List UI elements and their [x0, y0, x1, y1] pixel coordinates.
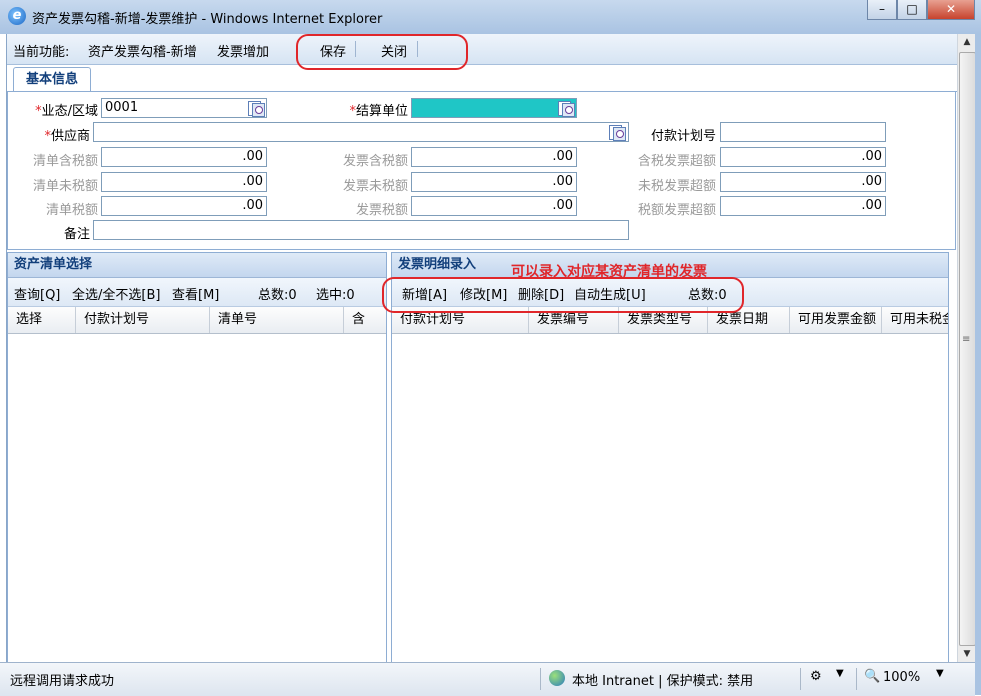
settle-unit-label: *结算单位	[349, 104, 408, 119]
view-button[interactable]: 查看[M]	[172, 284, 219, 303]
globe-icon	[549, 670, 565, 686]
invoice-tax-excl-label: 发票未税额	[342, 179, 408, 194]
query-button[interactable]: 查询[Q]	[14, 284, 60, 303]
scroll-down-icon[interactable]: ▼	[958, 646, 976, 662]
tax-incl-over-label: 含税发票超额	[637, 154, 716, 169]
total-count: 总数:0	[258, 288, 297, 303]
column-header[interactable]: 付款计划号	[76, 307, 210, 333]
column-header[interactable]: 含	[344, 307, 386, 333]
grip-icon: ≡	[962, 334, 971, 345]
list-tax-input[interactable]: .00	[101, 196, 267, 216]
status-divider	[540, 668, 541, 690]
zoom-level[interactable]: 100%	[883, 670, 920, 685]
chevron-down-icon[interactable]: ▼	[836, 668, 844, 679]
invoice-tax-incl-label: 发票含税额	[342, 154, 408, 169]
remark-input[interactable]	[93, 220, 629, 240]
window-controls: – □ ✕	[867, 0, 975, 20]
vertical-scrollbar[interactable]: ▲ ≡ ▼	[957, 34, 976, 662]
page-content: 当前功能: 资产发票勾稽-新增 发票增加 保存 关闭 基本信息 *业态/区域 0…	[6, 34, 957, 662]
security-zone[interactable]: 本地 Intranet | 保护模式: 禁用	[572, 670, 753, 689]
asset-list-panel: 资产清单选择 查询[Q] 全选/全不选[B] 查看[M] 总数:0 选中:0 选…	[7, 252, 387, 662]
status-message: 远程调用请求成功	[10, 674, 115, 689]
supplier-label: *供应商	[44, 129, 90, 144]
zoom-icon[interactable]: 🔍	[864, 669, 880, 684]
list-tax-excl-input[interactable]: .00	[101, 172, 267, 192]
settings-icon[interactable]: ⚙	[810, 669, 822, 684]
business-region-label: *业态/区域	[35, 104, 98, 119]
list-tax-excl-label: 清单未税额	[32, 179, 98, 194]
panel-title: 资产清单选择	[8, 253, 386, 278]
asset-list-toolbar: 查询[Q] 全选/全不选[B] 查看[M] 总数:0 选中:0	[8, 278, 386, 307]
scroll-thumb[interactable]	[959, 52, 976, 646]
tax-excl-over-input[interactable]: .00	[720, 172, 886, 192]
column-header[interactable]: 可用未税金	[882, 307, 948, 333]
tax-over-input[interactable]: .00	[720, 196, 886, 216]
highlight-annotation-box	[382, 277, 744, 313]
status-divider	[856, 668, 857, 690]
column-header[interactable]: 清单号	[210, 307, 344, 333]
column-header[interactable]: 可用发票金额	[790, 307, 882, 333]
current-function-label: 当前功能:	[13, 45, 70, 60]
settle-unit-input[interactable]	[411, 98, 577, 118]
chevron-down-icon[interactable]: ▼	[936, 668, 944, 679]
close-icon[interactable]: ✕	[927, 0, 975, 20]
selected-count: 选中:0	[316, 288, 355, 303]
window-border	[975, 34, 981, 695]
supplier-input[interactable]	[93, 122, 629, 142]
lookup-icon[interactable]	[246, 100, 265, 117]
invoice-detail-panel: 发票明细录入 新增[A] 修改[M] 删除[D] 自动生成[U] 总数:0 付款…	[391, 252, 949, 662]
tax-over-label: 税额发票超额	[637, 203, 716, 218]
list-tax-incl-input[interactable]: .00	[101, 147, 267, 167]
remark-label: 备注	[63, 227, 90, 242]
breadcrumb-sub: 发票增加	[217, 45, 270, 60]
status-bar: 远程调用请求成功 本地 Intranet | 保护模式: 禁用 ⚙ ▼ 🔍 10…	[0, 662, 975, 696]
status-divider	[800, 668, 801, 690]
minimize-icon[interactable]: –	[867, 0, 897, 20]
breadcrumb-main: 资产发票勾稽-新增	[88, 45, 197, 60]
ie-logo-icon: e	[8, 7, 26, 25]
invoice-tax-input[interactable]: .00	[411, 196, 577, 216]
pay-plan-no-input[interactable]	[720, 122, 886, 142]
lookup-icon[interactable]	[556, 100, 575, 117]
scroll-up-icon[interactable]: ▲	[958, 34, 976, 50]
select-all-button[interactable]: 全选/全不选[B]	[72, 284, 160, 303]
window-titlebar: e 资产发票勾稽-新增-发票维护 - Windows Internet Expl…	[0, 0, 981, 34]
tax-excl-over-label: 未税发票超额	[637, 179, 716, 194]
asset-grid-header: 选择 付款计划号 清单号 含	[8, 307, 386, 334]
maximize-icon[interactable]: □	[897, 0, 927, 20]
list-tax-incl-label: 清单含税额	[32, 154, 98, 169]
highlight-annotation-box	[296, 34, 468, 70]
basic-info-form: *业态/区域 0001 *结算单位 *供应商 付款计划号 清单含税额 .00 发…	[7, 92, 956, 250]
invoice-tax-incl-input[interactable]: .00	[411, 147, 577, 167]
column-header[interactable]: 选择	[8, 307, 76, 333]
business-region-input[interactable]: 0001	[101, 98, 267, 118]
tax-incl-over-input[interactable]: .00	[720, 147, 886, 167]
invoice-tax-excl-input[interactable]: .00	[411, 172, 577, 192]
lookup-icon[interactable]	[607, 124, 626, 141]
function-bar: 当前功能: 资产发票勾稽-新增 发票增加 保存 关闭	[7, 34, 957, 65]
list-tax-label: 清单税额	[45, 203, 98, 218]
pay-plan-no-label: 付款计划号	[650, 129, 716, 144]
tab-basic-info[interactable]: 基本信息	[13, 67, 91, 92]
window-title: 资产发票勾稽-新增-发票维护 - Windows Internet Explor…	[32, 12, 383, 27]
invoice-tax-label: 发票税额	[355, 203, 408, 218]
